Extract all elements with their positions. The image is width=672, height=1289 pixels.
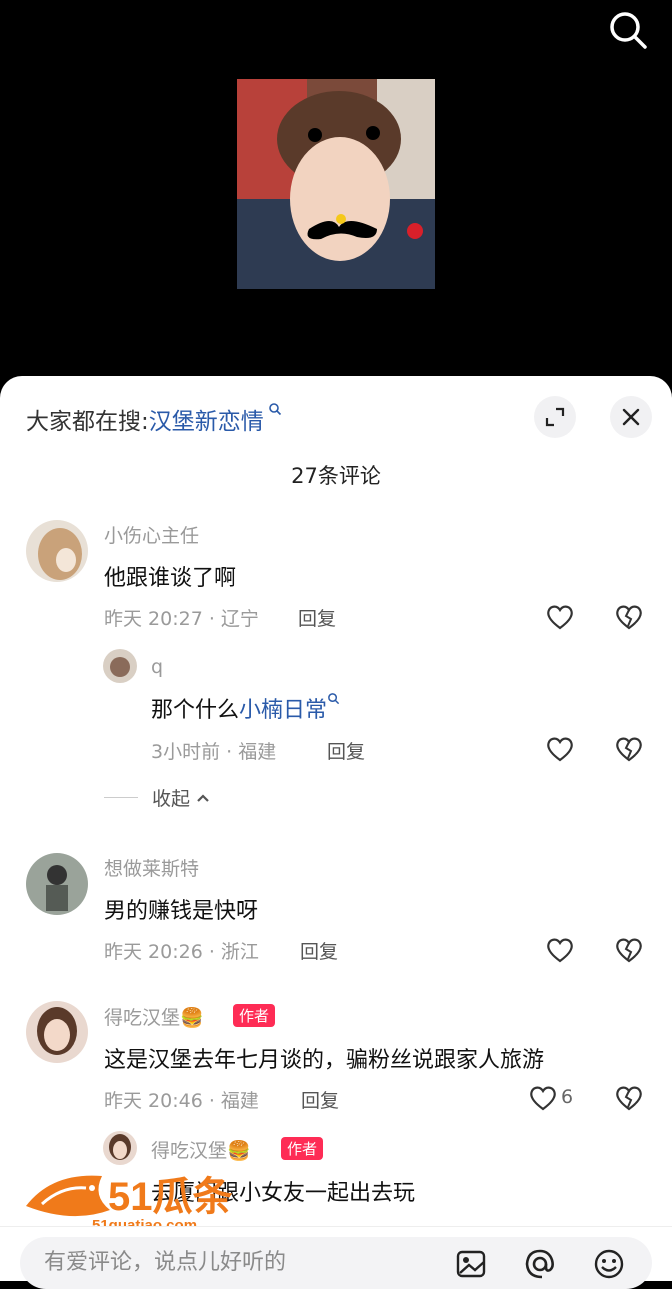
comment-meta: 昨天 20:46 · 福建 <box>104 1090 259 1112</box>
expand-button[interactable] <box>534 396 576 438</box>
comment-text: 他跟谁谈了啊 <box>104 566 237 591</box>
comment-meta: 昨天 20:27 · 辽宁 <box>104 608 259 630</box>
comment-text-prefix: 那个什么 <box>151 698 240 723</box>
video-thumbnail[interactable] <box>237 79 435 289</box>
username[interactable]: 小伤心主任 <box>104 521 199 548</box>
expand-icon <box>545 407 565 427</box>
search-button[interactable] <box>606 8 650 52</box>
collapse-label: 收起 <box>152 788 191 810</box>
broken-heart-icon[interactable] <box>614 935 644 965</box>
comment-meta: 3小时前 · 福建 <box>151 741 277 763</box>
comment-text: 这是汉堡去年七月谈的，骗粉丝说跟家人旅游 <box>104 1048 545 1073</box>
like-icon[interactable] <box>545 935 575 965</box>
comment-sheet: 大家都在搜:汉堡新恋情 27条评论 小伤心主任 他跟谁谈了啊 昨天 20:27 … <box>0 376 672 1280</box>
broken-heart-icon[interactable] <box>614 602 644 632</box>
person-photo-icon <box>237 79 435 289</box>
comment-count: 27条评论 <box>291 464 381 488</box>
username[interactable]: 得吃汉堡🍔 <box>151 1136 251 1163</box>
search-small-icon <box>327 693 340 708</box>
video-area <box>0 0 672 380</box>
username[interactable]: 想做莱斯特 <box>104 854 199 881</box>
trending-search[interactable]: 大家都在搜:汉堡新恋情 <box>26 402 282 436</box>
reply-button[interactable]: 回复 <box>301 1086 339 1113</box>
trending-keyword[interactable]: 汉堡新恋情 <box>149 409 264 435</box>
like-count: 6 <box>561 1086 574 1108</box>
avatar[interactable] <box>103 649 137 683</box>
avatar[interactable] <box>26 1001 88 1063</box>
author-badge: 作者 <box>281 1137 324 1160</box>
reply-button[interactable]: 回复 <box>300 937 338 964</box>
comment-text: 男的赚钱是快呀 <box>104 899 259 924</box>
like-icon[interactable] <box>545 734 575 764</box>
avatar[interactable] <box>103 1131 137 1165</box>
composer-box[interactable] <box>20 1237 652 1289</box>
comment-meta: 昨天 20:26 · 浙江 <box>104 941 259 963</box>
avatar[interactable] <box>26 520 88 582</box>
username[interactable]: 得吃汉堡🍔 <box>104 1003 204 1030</box>
author-badge: 作者 <box>233 1004 276 1027</box>
close-icon <box>622 408 640 426</box>
chevron-up-icon <box>197 793 209 802</box>
broken-heart-icon[interactable] <box>614 1083 644 1113</box>
image-icon[interactable] <box>454 1247 488 1281</box>
like-icon[interactable] <box>528 1083 558 1113</box>
search-small-icon <box>264 403 282 420</box>
comment-text: 去厦门跟小女友一起出去玩 <box>151 1181 416 1206</box>
comment-text: 那个什么小楠日常 <box>151 692 340 724</box>
close-button[interactable] <box>610 396 652 438</box>
avatar[interactable] <box>26 853 88 915</box>
comment-input[interactable] <box>42 1249 426 1276</box>
reply-button[interactable]: 回复 <box>298 604 336 631</box>
comment-text-link[interactable]: 小楠日常 <box>239 698 327 723</box>
broken-heart-icon[interactable] <box>614 734 644 764</box>
like-icon[interactable] <box>545 602 575 632</box>
mention-icon[interactable] <box>523 1247 557 1281</box>
reply-button[interactable]: 回复 <box>327 737 365 764</box>
comment-composer <box>0 1226 672 1289</box>
emoji-icon[interactable] <box>592 1247 626 1281</box>
collapse-replies-button[interactable]: 收起 <box>104 784 212 811</box>
trending-prefix: 大家都在搜: <box>26 409 149 435</box>
username[interactable]: q <box>151 656 163 678</box>
search-icon <box>610 12 647 49</box>
divider <box>104 797 138 798</box>
